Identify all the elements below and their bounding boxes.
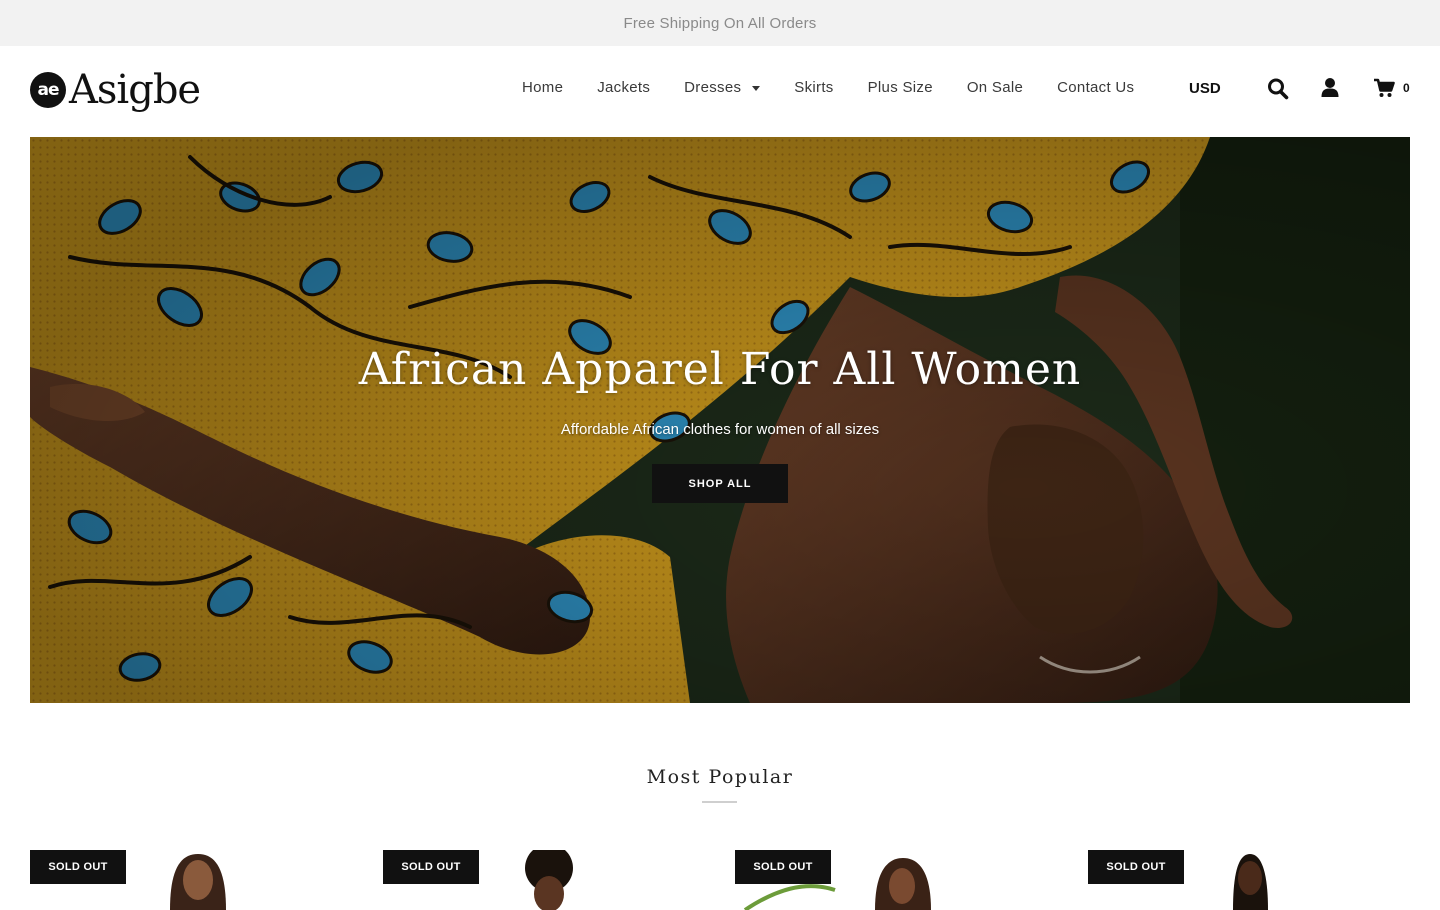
nav-contact-us[interactable]: Contact Us <box>1040 79 1151 96</box>
nav-dresses[interactable]: Dresses <box>667 79 777 96</box>
main-nav: Home Jackets Dresses Skirts Plus Size On… <box>505 79 1151 96</box>
section-divider <box>702 801 737 803</box>
hero-banner: African Apparel For All Women Affordable… <box>30 137 1410 703</box>
hero-subtitle: Affordable African clothes for women of … <box>560 421 880 438</box>
nav-label: Contact Us <box>1057 79 1135 96</box>
account-button[interactable] <box>1320 77 1340 104</box>
announcement-bar: Free Shipping On All Orders <box>0 0 1440 46</box>
search-button[interactable] <box>1267 77 1289 106</box>
site-header: ae Asigbe Home Jackets Dresses Skirts Pl… <box>0 46 1440 137</box>
nav-jackets[interactable]: Jackets <box>580 79 667 96</box>
logo-mark: ae <box>30 72 66 108</box>
product-card[interactable]: SOLD OUT <box>30 850 352 910</box>
nav-label: Dresses <box>684 79 742 96</box>
sold-out-badge: SOLD OUT <box>735 850 831 884</box>
chevron-down-icon <box>752 85 761 91</box>
logo[interactable]: ae Asigbe <box>30 67 201 113</box>
nav-label: Plus Size <box>867 79 933 96</box>
nav-on-sale[interactable]: On Sale <box>950 79 1040 96</box>
sold-out-badge: SOLD OUT <box>1088 850 1184 884</box>
logo-wordmark: Asigbe <box>69 67 201 113</box>
nav-home[interactable]: Home <box>505 79 580 96</box>
nav-label: Skirts <box>794 79 834 96</box>
product-card[interactable]: SOLD OUT <box>735 850 1057 910</box>
nav-plus-size[interactable]: Plus Size <box>851 79 950 96</box>
nav-label: Jackets <box>597 79 651 96</box>
cart-button[interactable]: 0 <box>1373 77 1410 99</box>
section-title: Most Popular <box>646 766 794 788</box>
sold-out-badge: SOLD OUT <box>30 850 126 884</box>
currency-selector[interactable]: USD <box>1189 80 1221 97</box>
nav-skirts[interactable]: Skirts <box>777 79 850 96</box>
sold-out-badge: SOLD OUT <box>383 850 479 884</box>
product-card[interactable]: SOLD OUT <box>383 850 705 910</box>
hero-image <box>30 137 1410 703</box>
account-icon <box>1321 78 1339 97</box>
search-icon <box>1268 78 1289 100</box>
nav-label: On Sale <box>966 79 1024 96</box>
announcement-text: Free Shipping On All Orders <box>623 14 817 32</box>
shop-all-button[interactable]: SHOP ALL <box>652 464 788 503</box>
product-card[interactable]: SOLD OUT <box>1088 850 1410 910</box>
cart-count: 0 <box>1403 81 1410 95</box>
cart-icon <box>1374 78 1395 97</box>
hero-title: African Apparel For All Women <box>358 344 1082 395</box>
nav-label: Home <box>522 79 564 96</box>
